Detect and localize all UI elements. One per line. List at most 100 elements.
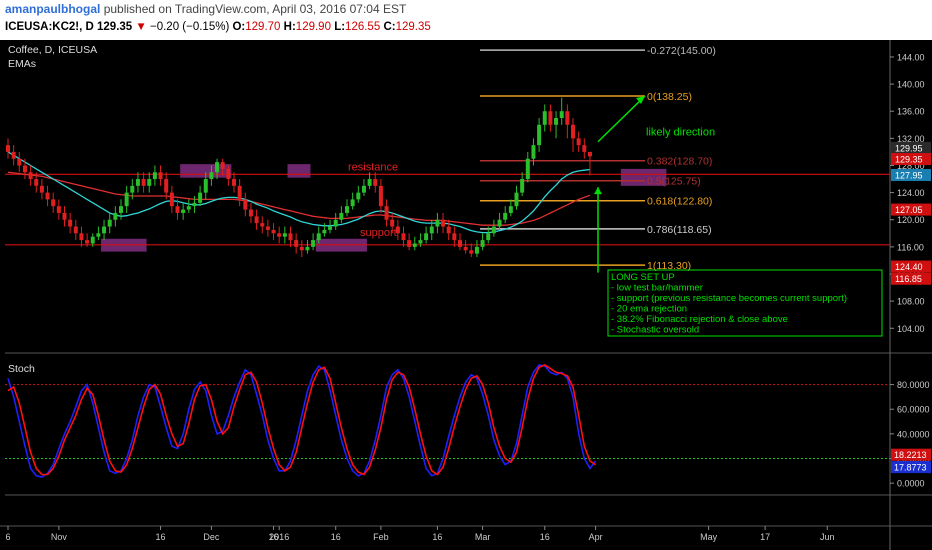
candle-body[interactable] xyxy=(458,240,462,247)
candle-body[interactable] xyxy=(508,206,513,213)
candle-body[interactable] xyxy=(412,243,417,247)
candle-body[interactable] xyxy=(198,192,203,203)
candle-body[interactable] xyxy=(215,162,220,173)
candle-body[interactable] xyxy=(124,192,129,207)
candle-body[interactable] xyxy=(192,202,197,207)
candle-body[interactable] xyxy=(429,226,434,234)
candle-body[interactable] xyxy=(288,233,293,241)
candle-body[interactable] xyxy=(469,250,474,254)
candle-body[interactable] xyxy=(254,216,259,224)
candle-body[interactable] xyxy=(181,209,186,213)
candle-body[interactable] xyxy=(113,212,118,220)
candle-body[interactable] xyxy=(378,185,383,207)
candle-body[interactable] xyxy=(175,206,180,213)
candle-body[interactable] xyxy=(542,111,547,125)
candle-body[interactable] xyxy=(491,226,496,234)
candle-body[interactable] xyxy=(220,162,225,169)
candle-body[interactable] xyxy=(316,233,321,241)
candle-body[interactable] xyxy=(576,138,581,146)
candle-body[interactable] xyxy=(277,233,282,237)
candle-body[interactable] xyxy=(486,233,491,241)
candle-body[interactable] xyxy=(390,219,395,227)
candle-body[interactable] xyxy=(34,179,39,186)
candle-body[interactable] xyxy=(237,185,242,200)
candle-body[interactable] xyxy=(102,226,107,234)
candle-body[interactable] xyxy=(68,219,73,227)
candle-body[interactable] xyxy=(333,219,338,227)
candle-body[interactable] xyxy=(474,246,479,254)
candle-body[interactable] xyxy=(537,124,542,146)
candle-body[interactable] xyxy=(243,199,248,210)
candle-body[interactable] xyxy=(152,172,157,180)
candle-body[interactable] xyxy=(384,206,389,220)
candle-body[interactable] xyxy=(96,233,101,237)
chart-canvas[interactable]: Coffee, D, ICEUSA EMAs 144.00 140.00 136.00 1… xyxy=(0,40,932,550)
candle-body[interactable] xyxy=(169,192,174,207)
candle-body[interactable] xyxy=(480,240,485,247)
candle-body[interactable] xyxy=(565,111,570,125)
candle-body[interactable] xyxy=(6,145,10,152)
candle-body[interactable] xyxy=(90,236,95,244)
candle-body[interactable] xyxy=(130,185,135,193)
candle-body[interactable] xyxy=(554,118,559,125)
candle-body[interactable] xyxy=(226,168,231,180)
candle-body[interactable] xyxy=(107,219,112,227)
candle-body[interactable] xyxy=(525,158,530,180)
candle-body[interactable] xyxy=(248,209,253,217)
candle-body[interactable] xyxy=(85,240,90,244)
candle-body[interactable] xyxy=(452,233,457,241)
candle-body[interactable] xyxy=(39,185,44,193)
candle-body[interactable] xyxy=(446,226,451,234)
candle-body[interactable] xyxy=(79,233,84,241)
candle-body[interactable] xyxy=(73,226,78,234)
candle-body[interactable] xyxy=(305,246,310,251)
candle-body[interactable] xyxy=(141,179,146,186)
candle-body[interactable] xyxy=(271,229,276,234)
author-link[interactable]: amanpaulbhogal xyxy=(5,2,100,16)
candle-body[interactable] xyxy=(282,233,287,237)
candle-body[interactable] xyxy=(17,158,22,166)
candle-body[interactable] xyxy=(559,111,564,118)
candle-body[interactable] xyxy=(260,223,265,227)
candle-body[interactable] xyxy=(531,145,536,159)
candle-body[interactable] xyxy=(322,229,327,234)
candle-body[interactable] xyxy=(587,151,592,157)
candle-body[interactable] xyxy=(582,145,587,152)
candle-body[interactable] xyxy=(135,179,140,186)
candle-body[interactable] xyxy=(418,240,423,244)
candle-body[interactable] xyxy=(361,185,366,193)
candle-body[interactable] xyxy=(45,192,50,200)
candle-body[interactable] xyxy=(186,206,191,210)
candle-body[interactable] xyxy=(345,206,349,213)
symbol-name[interactable]: ICEUSA:KC2!, D xyxy=(5,21,94,33)
candle-body[interactable] xyxy=(203,179,208,193)
candle-body[interactable] xyxy=(548,111,553,125)
candle-body[interactable] xyxy=(497,219,502,227)
candle-body[interactable] xyxy=(367,179,372,186)
candle-body[interactable] xyxy=(441,219,446,227)
candle-body[interactable] xyxy=(22,165,27,173)
candle-body[interactable] xyxy=(62,212,67,220)
candle-body[interactable] xyxy=(401,233,406,241)
candle-body[interactable] xyxy=(11,151,16,159)
candle-body[interactable] xyxy=(350,199,355,207)
candle-body[interactable] xyxy=(339,212,344,220)
candle-body[interactable] xyxy=(463,246,468,251)
candle-body[interactable] xyxy=(328,226,333,230)
candle-body[interactable] xyxy=(28,172,33,180)
candle-body[interactable] xyxy=(356,192,361,200)
candle-body[interactable] xyxy=(265,226,270,230)
candle-body[interactable] xyxy=(164,179,169,193)
candle-body[interactable] xyxy=(435,219,440,227)
candle-body[interactable] xyxy=(51,199,56,207)
candle-body[interactable] xyxy=(395,226,400,234)
candle-body[interactable] xyxy=(299,246,304,251)
candle-body[interactable] xyxy=(373,179,378,186)
candle-body[interactable] xyxy=(424,233,429,241)
candle-body[interactable] xyxy=(158,172,163,180)
candle-body[interactable] xyxy=(209,172,214,180)
candle-body[interactable] xyxy=(311,240,316,247)
candle-body[interactable] xyxy=(571,124,575,139)
candle-body[interactable] xyxy=(514,192,519,207)
candle-body[interactable] xyxy=(56,206,61,213)
